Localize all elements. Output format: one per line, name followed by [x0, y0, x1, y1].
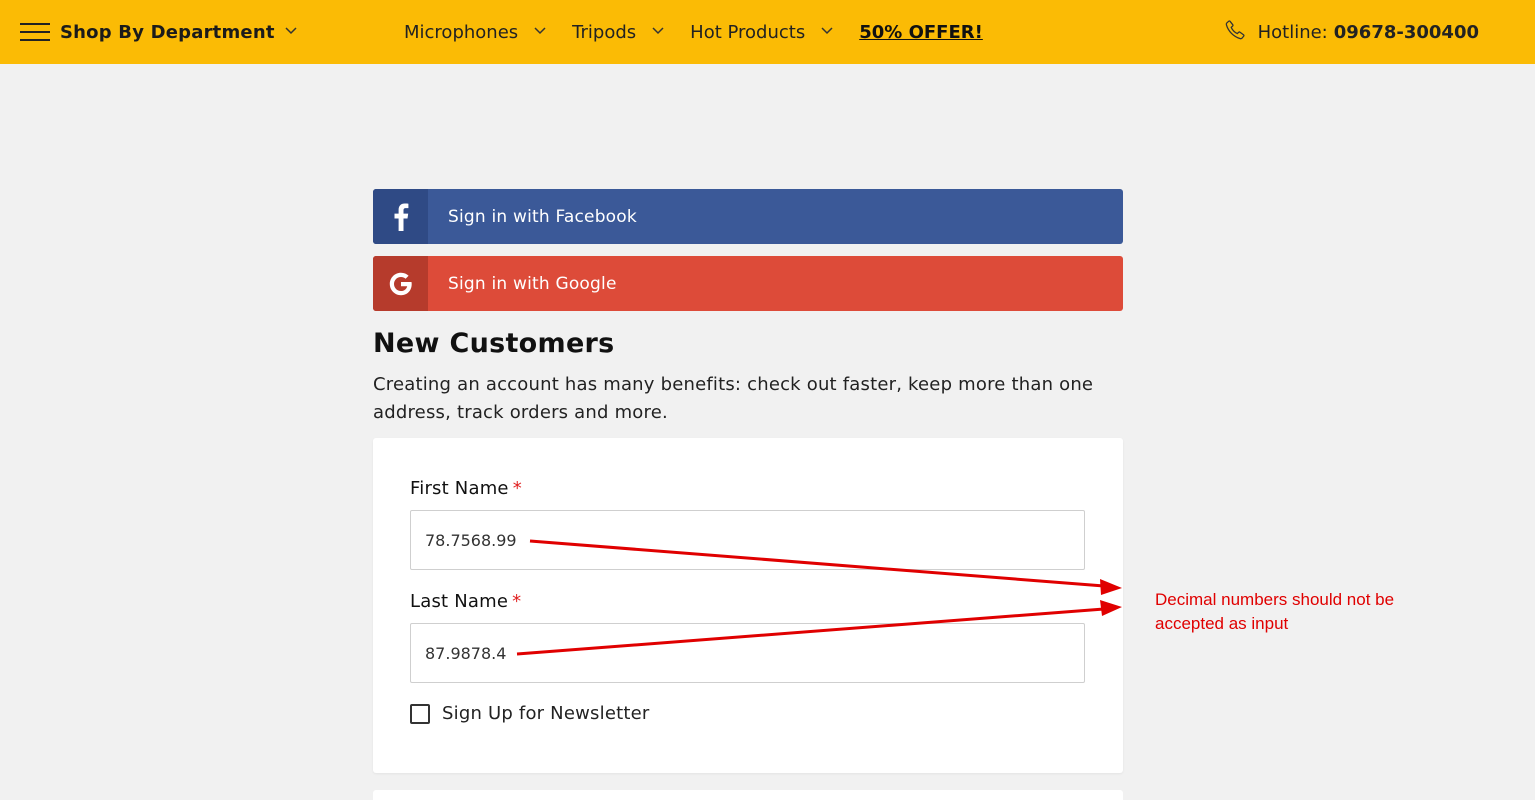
last-name-label: Last Name *	[410, 591, 521, 612]
last-name-value: 87.9878.4	[425, 643, 507, 663]
google-icon	[373, 256, 428, 311]
next-form-card	[373, 790, 1123, 800]
chevron-down-icon	[821, 27, 833, 37]
hotline-prefix: Hotline:	[1257, 21, 1328, 43]
department-label: Shop By Department	[60, 21, 275, 43]
nav-item-label: Tripods	[572, 21, 637, 43]
newsletter-signup[interactable]: Sign Up for Newsletter	[410, 703, 649, 724]
newsletter-label: Sign Up for Newsletter	[442, 703, 650, 724]
chevron-down-icon	[652, 27, 664, 37]
facebook-icon	[373, 189, 428, 244]
annotation-note: Decimal numbers should not be accepted a…	[1155, 590, 1395, 633]
nav-item-tripods[interactable]: Tripods	[572, 21, 664, 43]
chevron-down-icon	[285, 27, 297, 37]
newsletter-checkbox[interactable]	[410, 703, 430, 724]
first-name-value: 78.7568.99	[425, 530, 517, 550]
last-name-label-text: Last Name	[410, 591, 509, 612]
nav-item-label: 50% OFFER!	[859, 21, 983, 43]
required-marker: *	[512, 478, 522, 499]
first-name-label: First Name *	[410, 478, 522, 499]
hotline[interactable]: Hotline: 09678-300400	[1224, 18, 1479, 46]
nav-item-microphones[interactable]: Microphones	[404, 21, 546, 43]
chevron-down-icon	[534, 27, 546, 37]
main-nav: Microphones Tripods Hot Products 50% OFF…	[404, 18, 983, 46]
nav-item-label: Hot Products	[690, 21, 806, 43]
last-name-input[interactable]: 87.9878.4	[410, 623, 1085, 683]
google-signin-label: Sign in with Google	[448, 273, 617, 294]
hamburger-icon	[20, 21, 50, 43]
facebook-signin-label: Sign in with Facebook	[448, 206, 637, 227]
required-marker: *	[512, 591, 522, 612]
nav-item-hot-products[interactable]: Hot Products	[690, 21, 833, 43]
facebook-signin-button[interactable]: Sign in with Facebook	[373, 189, 1123, 244]
phone-icon	[1224, 19, 1246, 46]
nav-item-offer-link[interactable]: 50% OFFER!	[859, 22, 983, 43]
first-name-label-text: First Name	[410, 478, 509, 499]
google-signin-button[interactable]: Sign in with Google	[373, 256, 1123, 311]
registration-form-card: First Name * 78.7568.99 Last Name * 87.987…	[373, 438, 1123, 773]
nav-item-label: Microphones	[404, 21, 519, 43]
new-customers-title: New Customers	[373, 328, 615, 359]
first-name-input[interactable]: 78.7568.99	[410, 510, 1085, 570]
hotline-number: 09678-300400	[1333, 21, 1479, 43]
top-nav-bar: Shop By Department Microphones Tripods H…	[0, 0, 1535, 64]
new-customers-description: Creating an account has many benefits: c…	[373, 374, 1094, 423]
shop-by-department-menu[interactable]: Shop By Department	[20, 18, 297, 46]
